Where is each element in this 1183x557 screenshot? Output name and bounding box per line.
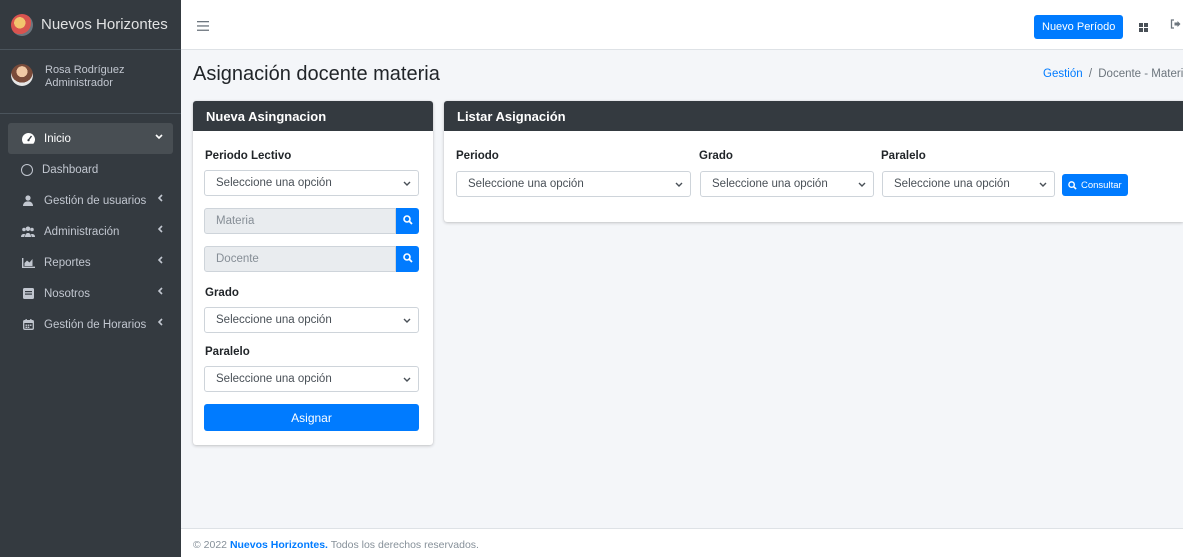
breadcrumb-home-link[interactable]: Gestión xyxy=(1043,68,1083,80)
new-assignment-card: Nueva Asingnacion Periodo Lectivo Selecc… xyxy=(193,101,433,445)
sidebar-item-administracion[interactable]: Administración xyxy=(8,216,173,247)
brand-logo xyxy=(11,13,33,36)
sidebar-item-nosotros[interactable]: Nosotros xyxy=(8,278,173,309)
search-docente-button[interactable] xyxy=(396,246,419,272)
chevron-left-icon xyxy=(157,194,163,205)
page-title: Asignación docente materia xyxy=(193,63,440,85)
users-icon xyxy=(21,226,35,238)
sidebar: Nuevos Horizontes Rosa Rodríguez Adminis… xyxy=(0,0,181,557)
sidebar-item-gestion-horarios[interactable]: Gestión de Horarios xyxy=(8,309,173,340)
tachometer-icon xyxy=(21,133,35,145)
user-role: Administrador xyxy=(45,77,113,89)
card-title: Nueva Asingnacion xyxy=(193,101,433,131)
brand-name: Nuevos Horizontes xyxy=(41,16,168,33)
menu-toggle-icon[interactable] xyxy=(197,18,209,35)
footer-copyright: © 2022 xyxy=(193,539,228,551)
sidebar-item-label: Gestión de Horarios xyxy=(44,318,147,331)
avatar xyxy=(11,64,33,86)
sidebar-item-label: Reportes xyxy=(44,256,91,269)
periodo-select[interactable]: Seleccione una opción xyxy=(456,171,691,197)
select-value: Seleccione una opción xyxy=(894,178,1010,190)
breadcrumb: Gestión / Docente - Materia xyxy=(1043,68,1183,80)
chevron-left-icon xyxy=(157,225,163,236)
search-materia-button[interactable] xyxy=(396,208,419,234)
select-value: Seleccione una opción xyxy=(216,373,332,385)
sidebar-item-label: Gestión de usuarios xyxy=(44,194,147,207)
chevron-down-icon xyxy=(403,375,411,384)
sidebar-item-dashboard[interactable]: Dashboard xyxy=(0,154,181,185)
sidebar-item-inicio[interactable]: Inicio xyxy=(8,123,173,154)
breadcrumb-separator: / xyxy=(1088,68,1093,80)
materia-input[interactable]: Materia xyxy=(204,208,396,234)
chevron-down-icon xyxy=(155,132,163,143)
assign-button[interactable]: Asignar xyxy=(204,404,419,431)
grado-label: Grado xyxy=(699,150,733,162)
materia-input-group: Materia xyxy=(204,208,419,234)
periodo-lectivo-label: Periodo Lectivo xyxy=(205,150,292,162)
search-icon xyxy=(1068,180,1077,190)
user-panel[interactable]: Rosa Rodríguez Administrador xyxy=(0,50,181,114)
card-title: Listar Asignación xyxy=(444,101,1183,131)
sidebar-item-gestion-usuarios[interactable]: Gestión de usuarios xyxy=(8,185,173,216)
new-period-button[interactable]: Nuevo Período xyxy=(1034,15,1124,39)
grado-label: Grado xyxy=(205,287,239,299)
docente-input-group: Docente xyxy=(204,246,419,272)
chevron-left-icon xyxy=(157,318,163,329)
select-value: Seleccione una opción xyxy=(468,178,584,190)
list-assignment-card: Listar Asignación Periodo Seleccione una… xyxy=(444,101,1183,222)
paralelo-select[interactable]: Seleccione una opción xyxy=(882,171,1055,197)
search-icon xyxy=(402,214,413,228)
sidebar-nav: Inicio Dashboard Gestión de usuarios Adm… xyxy=(0,114,181,340)
consult-label: Consultar xyxy=(1081,179,1122,191)
sidebar-item-label: Dashboard xyxy=(42,163,99,176)
breadcrumb-current: Docente - Materia xyxy=(1098,68,1183,80)
paralelo-label: Paralelo xyxy=(205,346,250,358)
grado-select[interactable]: Seleccione una opción xyxy=(700,171,874,197)
sidebar-item-label: Administración xyxy=(44,225,120,238)
footer-brand-link[interactable]: Nuevos Horizontes. xyxy=(230,539,328,551)
circle-icon xyxy=(21,163,33,176)
search-icon xyxy=(402,252,413,266)
grado-select[interactable]: Seleccione una opción xyxy=(204,307,419,333)
sidebar-item-label: Inicio xyxy=(44,132,71,145)
chevron-down-icon xyxy=(403,316,411,325)
chevron-left-icon xyxy=(157,287,163,298)
periodo-lectivo-select[interactable]: Seleccione una opción xyxy=(204,170,419,196)
brand-link[interactable]: Nuevos Horizontes xyxy=(0,0,181,50)
docente-input[interactable]: Docente xyxy=(204,246,396,272)
periodo-label: Periodo xyxy=(456,150,499,162)
chevron-down-icon xyxy=(403,179,411,188)
paralelo-select[interactable]: Seleccione una opción xyxy=(204,366,419,392)
chevron-down-icon xyxy=(675,180,683,189)
paralelo-label: Paralelo xyxy=(881,150,926,162)
select-value: Seleccione una opción xyxy=(216,177,332,189)
footer-rights: Todos los derechos reservados. xyxy=(330,539,479,551)
chart-area-icon xyxy=(21,257,35,269)
user-icon xyxy=(21,195,35,207)
apps-grid-icon[interactable] xyxy=(1139,23,1149,32)
footer: © 2022 Nuevos Horizontes. Todos los dere… xyxy=(181,528,1183,557)
consult-button[interactable]: Consultar xyxy=(1062,174,1128,196)
sidebar-item-reportes[interactable]: Reportes xyxy=(8,247,173,278)
calendar-icon xyxy=(21,319,35,331)
select-value: Seleccione una opción xyxy=(216,314,332,326)
chevron-down-icon xyxy=(1039,180,1047,189)
book-icon xyxy=(21,288,35,300)
select-value: Seleccione una opción xyxy=(712,178,828,190)
sidebar-item-label: Nosotros xyxy=(44,287,91,300)
top-navbar: Nuevo Período xyxy=(181,0,1183,50)
user-name: Rosa Rodríguez xyxy=(45,64,125,76)
logout-icon[interactable] xyxy=(1170,19,1181,32)
chevron-down-icon xyxy=(858,180,866,189)
chevron-left-icon xyxy=(157,256,163,267)
